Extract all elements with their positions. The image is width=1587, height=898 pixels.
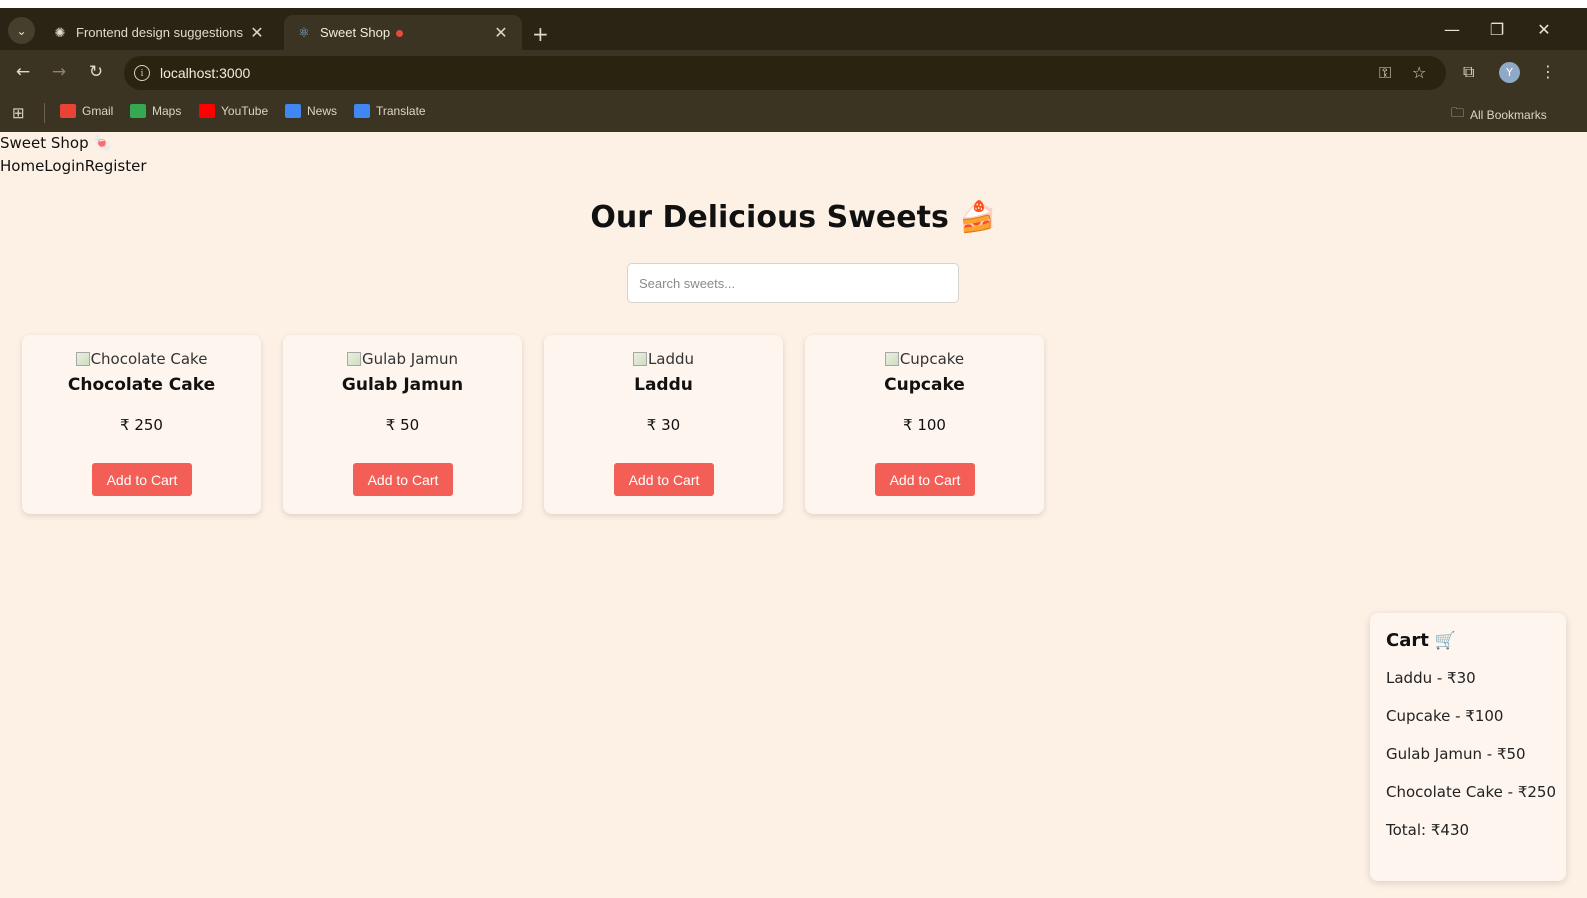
tab-frontend-design[interactable]: ✺ Frontend design suggestions ✕ (40, 15, 278, 50)
site-info-icon[interactable]: i (134, 65, 150, 81)
product-price: ₹ 100 (903, 416, 946, 434)
bookmark-label: Maps (152, 104, 182, 118)
close-icon[interactable]: ✕ (492, 23, 510, 43)
site-nav: HomeLoginRegister (0, 157, 147, 175)
folder-icon: 🗀 (1451, 105, 1465, 120)
close-icon[interactable]: ✕ (248, 23, 266, 43)
profile-avatar[interactable]: Y (1499, 62, 1520, 83)
search-input[interactable] (627, 263, 959, 303)
nav-register[interactable]: Register (85, 157, 147, 175)
product-image-alt: Laddu (647, 350, 695, 368)
youtube-icon (199, 104, 215, 118)
broken-image-icon (75, 352, 90, 366)
tab-title: Sweet Shop (320, 25, 391, 40)
restore-icon[interactable]: ❐ (1487, 20, 1507, 39)
product-card: Cupcake Cupcake ₹ 100 Add to Cart (805, 335, 1044, 514)
reload-icon[interactable]: ↻ (85, 62, 107, 82)
product-price: ₹ 250 (120, 416, 163, 434)
bookmark-label: Translate (376, 104, 426, 118)
address-bar[interactable]: i localhost:3000 ⚿ ☆ (124, 56, 1446, 90)
tab-sweet-shop[interactable]: ⚛ Sweet Shop ✕ (284, 15, 522, 50)
nav-home[interactable]: Home (0, 157, 44, 175)
product-image-placeholder: Cupcake (805, 350, 1044, 368)
cart-panel: Cart 🛒 Laddu - ₹30 Cupcake - ₹100 Gulab J… (1370, 613, 1566, 881)
product-image-alt: Gulab Jamun (361, 350, 459, 368)
all-bookmarks-button[interactable]: 🗀 All Bookmarks (1451, 104, 1547, 126)
bookmarks-bar: ⊞ Gmail Maps YouTube News Translate 🗀 Al… (0, 96, 1587, 132)
add-to-cart-button[interactable]: Add to Cart (353, 463, 453, 496)
openai-icon: ✺ (54, 24, 66, 40)
broken-image-icon (632, 352, 647, 366)
cart-title: Cart 🛒 (1386, 630, 1566, 654)
extensions-icon[interactable]: ⧉ (1463, 62, 1474, 82)
product-card: Gulab Jamun Gulab Jamun ₹ 50 Add to Cart (283, 335, 522, 514)
cart-item: Chocolate Cake - ₹250 (1386, 783, 1556, 801)
bookmark-maps[interactable]: Maps (130, 104, 181, 118)
bookmark-separator (44, 103, 45, 123)
product-image-placeholder: Chocolate Cake (22, 350, 261, 368)
tab-search-button[interactable]: ⌄ (8, 17, 35, 44)
menu-icon[interactable]: ⋮ (1540, 62, 1556, 81)
page-title: Our Delicious Sweets 🍰 (590, 200, 997, 235)
bookmark-news[interactable]: News (285, 104, 337, 118)
apps-grid-icon[interactable]: ⊞ (12, 104, 25, 122)
bookmark-label: News (307, 104, 338, 118)
product-card: Chocolate Cake Chocolate Cake ₹ 250 Add … (22, 335, 261, 514)
product-image-placeholder: Gulab Jamun (283, 350, 522, 368)
new-tab-button[interactable]: + (532, 22, 549, 46)
minimize-icon[interactable]: — (1442, 20, 1462, 39)
add-to-cart-button[interactable]: Add to Cart (875, 463, 975, 496)
recording-indicator-icon (396, 30, 404, 38)
site-brand: Sweet Shop 🍬 (0, 134, 113, 152)
product-price: ₹ 30 (646, 416, 681, 434)
cart-item: Cupcake - ₹100 (1386, 707, 1504, 725)
browser-toolbar: ← → ↻ i localhost:3000 ⚿ ☆ ⧉ ⋮ (0, 50, 1587, 96)
product-image-placeholder: Laddu (544, 350, 783, 368)
product-name: Chocolate Cake (67, 375, 216, 395)
url-text[interactable]: localhost:3000 (160, 65, 250, 81)
product-image-alt: Chocolate Cake (90, 350, 208, 368)
bookmark-star-icon[interactable]: ☆ (1412, 63, 1426, 82)
add-to-cart-button[interactable]: Add to Cart (92, 463, 192, 496)
cart-item: Gulab Jamun - ₹50 (1386, 745, 1526, 763)
react-icon: ⚛ (298, 24, 310, 40)
maps-icon (130, 104, 146, 118)
bookmark-label: YouTube (221, 104, 269, 118)
product-card: Laddu Laddu ₹ 30 Add to Cart (544, 335, 783, 514)
bookmark-label: Gmail (82, 104, 114, 118)
password-key-icon[interactable]: ⚿ (1379, 63, 1391, 83)
translate-icon (354, 104, 370, 118)
cart-item: Laddu - ₹30 (1386, 669, 1476, 687)
cart-total: Total: ₹430 (1386, 821, 1470, 839)
back-icon[interactable]: ← (12, 62, 34, 82)
tab-bar: ⌄ ✺ Frontend design suggestions ✕ ⚛ Swee… (0, 8, 1587, 50)
bookmark-gmail[interactable]: Gmail (60, 104, 113, 118)
all-bookmarks-label: All Bookmarks (1470, 108, 1547, 122)
cart-title-text: Cart (1386, 630, 1429, 651)
news-icon (285, 104, 301, 118)
product-name: Laddu (634, 375, 693, 395)
product-name: Cupcake (884, 375, 965, 395)
forward-icon[interactable]: → (48, 62, 70, 82)
nav-login[interactable]: Login (44, 157, 84, 175)
window-close-icon[interactable]: ✕ (1534, 20, 1554, 39)
add-to-cart-button[interactable]: Add to Cart (614, 463, 714, 496)
tab-title: Frontend design suggestions (76, 25, 243, 40)
product-image-alt: Cupcake (899, 350, 965, 368)
product-price: ₹ 50 (385, 416, 420, 434)
broken-image-icon (884, 352, 899, 366)
broken-image-icon (346, 352, 361, 366)
bookmark-translate[interactable]: Translate (354, 104, 426, 118)
gmail-icon (60, 104, 76, 118)
bookmark-youtube[interactable]: YouTube (199, 104, 268, 118)
product-name: Gulab Jamun (341, 375, 464, 395)
screen-top-strip (0, 0, 1587, 8)
shopping-cart-icon: 🛒 (1434, 631, 1457, 651)
